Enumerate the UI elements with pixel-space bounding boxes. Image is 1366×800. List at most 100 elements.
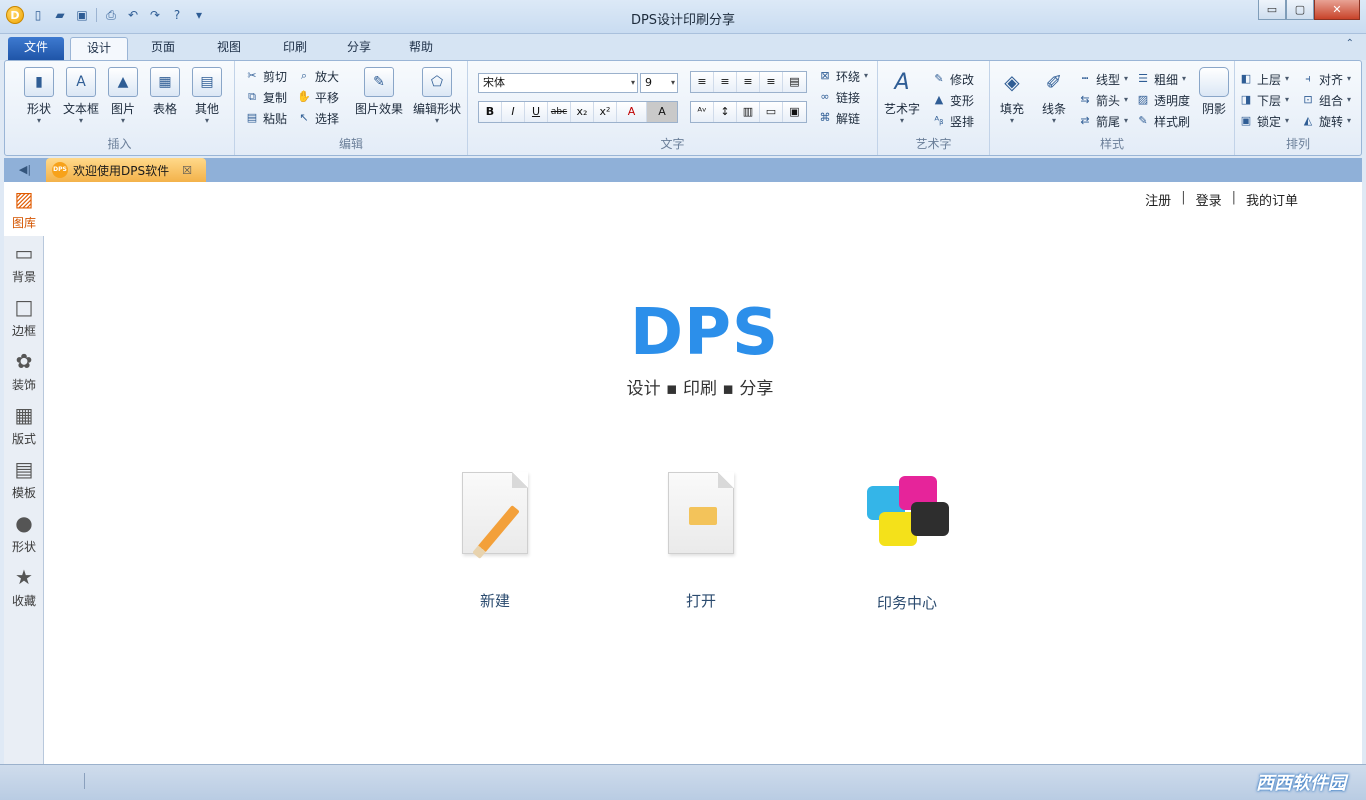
lock-button[interactable]: ▣ 锁定 ▾ [1239,111,1289,131]
line-spacing-icon[interactable]: ↕ [714,102,737,122]
shadow-button[interactable]: 阴影 [1194,67,1234,117]
distribute-icon[interactable]: ▤ [783,72,806,92]
align-center-icon[interactable]: ≡ [714,72,737,92]
format-painter-button[interactable]: ✎ 样式刷 [1136,111,1190,131]
document-tab[interactable]: DPS 欢迎使用DPS软件 ☒ [46,158,206,182]
magnifier-icon: ⌕ [300,69,308,82]
strikethrough-button[interactable]: abc [548,102,571,122]
pan-button[interactable]: ✋ 平移 [297,87,339,107]
tab-design[interactable]: 设计 [70,37,128,60]
close-button[interactable]: ✕ [1314,0,1360,20]
line-type-button[interactable]: ┅ 线型 ▾ [1078,69,1128,89]
char-spacing-icon[interactable]: ᴬᵛ [691,102,714,122]
vertical-text-icon: ᴬᵦ [934,114,944,127]
arrow-head-button[interactable]: ⇆ 箭头 ▾ [1078,90,1128,110]
register-link[interactable]: 注册 [1135,190,1181,209]
chevron-down-icon: ▾ [1124,74,1129,83]
side-item-gallery[interactable]: ▨ 图库 [4,182,44,236]
side-item-template[interactable]: ▤ 模板 [4,452,44,506]
minimize-button[interactable]: ▭ [1258,0,1286,20]
copy-label: 复制 [263,90,288,105]
textbox-button[interactable]: A 文本框 ▾ [61,67,101,125]
tab-share[interactable]: 分享 [330,37,388,60]
image-button[interactable]: ▲ 图片 ▾ [103,67,143,125]
tab-print[interactable]: 印刷 [266,37,324,60]
hand-icon: ✋ [297,90,311,103]
side-item-border[interactable]: □ 边框 [4,290,44,344]
arrow-head-label: 箭头 [1096,93,1121,108]
font-name-select[interactable]: 宋体 ▾ [478,73,638,93]
paste-button[interactable]: ▤ 粘贴 [245,108,287,128]
vertical-text-button[interactable]: ᴬᵦ 竖排 [932,111,974,131]
rotate-button[interactable]: ◭ 旋转 ▾ [1301,111,1351,131]
group-icon: ⊡ [1303,93,1313,106]
group-button[interactable]: ⊡ 组合 ▾ [1301,90,1351,110]
status-divider [84,773,85,789]
wrap-button[interactable]: ⊠ 环绕 ▾ [818,66,868,86]
tab-file[interactable]: 文件 [8,37,64,60]
select-button[interactable]: ↖ 选择 [297,108,339,128]
justify-icon[interactable]: ≡ [760,72,783,92]
align-left-icon[interactable]: ≡ [691,72,714,92]
group-label-edit: 编辑 [338,137,363,151]
tab-page[interactable]: 页面 [134,37,192,60]
line-button[interactable]: ✐ 线条 ▾ [1034,67,1074,125]
italic-button[interactable]: I [502,102,525,122]
align-button[interactable]: ⫞ 对齐 ▾ [1301,69,1351,89]
dps-logo-icon: DPS [52,162,68,178]
chevron-down-icon: ▾ [1347,74,1352,83]
side-item-decoration[interactable]: ✿ 装饰 [4,344,44,398]
side-item-layout[interactable]: ▦ 版式 [4,398,44,452]
font-size-select[interactable]: 9 ▾ [640,73,678,93]
paint-bucket-icon: ◈ [1004,70,1020,94]
cut-button[interactable]: ✂ 剪切 [245,66,287,86]
wordart-button[interactable]: A 艺术字 ▾ [882,67,922,125]
opacity-button[interactable]: ▨ 透明度 [1136,90,1190,110]
zoom-button[interactable]: ⌕ 放大 [297,66,339,86]
open-document-action[interactable]: 打开 [651,472,751,611]
close-tab-icon[interactable]: ☒ [182,164,192,177]
thickness-button[interactable]: ☰ 粗细 ▾ [1136,69,1186,89]
tab-view[interactable]: 视图 [200,37,258,60]
image-effect-button[interactable]: ✎ 图片效果 [351,67,407,117]
ribbon-collapse-icon[interactable]: ⌃ [1346,38,1354,49]
edit-shape-button[interactable]: ⬠ 编辑形状 ▾ [409,67,465,125]
bold-button[interactable]: B [479,102,502,122]
unlink-button[interactable]: ⌘ 解链 [818,108,861,128]
underline-button[interactable]: U [525,102,548,122]
font-color-button[interactable]: A [617,102,647,122]
my-orders-link[interactable]: 我的订单 [1236,190,1308,209]
subscript-button[interactable]: x₂ [571,102,594,122]
side-item-favorites[interactable]: ★ 收藏 [4,560,44,614]
print-center-action[interactable]: 印务中心 [857,472,957,613]
template-icon: ▤ [14,457,34,481]
side-item-shape[interactable]: ● 形状 [4,506,44,560]
link-button[interactable]: ∞ 链接 [818,87,860,107]
transform-button[interactable]: ▲ 变形 [932,90,974,110]
collapse-panel-icon[interactable]: ◀| [10,161,40,179]
maximize-button[interactable]: ▢ [1286,0,1314,20]
table-button[interactable]: ▦ 表格 [145,67,185,117]
bring-forward-button[interactable]: ◧ 上层 ▾ [1239,69,1289,89]
send-backward-button[interactable]: ◨ 下层 ▾ [1239,90,1289,110]
align-right-icon[interactable]: ≡ [737,72,760,92]
tab-help[interactable]: 帮助 [392,37,450,60]
login-link[interactable]: 登录 [1186,190,1232,209]
shape-button[interactable]: ▮ 形状 ▾ [19,67,59,125]
scissors-icon: ✂ [247,69,257,82]
superscript-button[interactable]: x² [594,102,617,122]
highlight-button[interactable]: A [647,102,677,122]
text-margin-icon[interactable]: ▣ [783,102,806,122]
side-item-label: 收藏 [11,594,36,608]
shape-label: 形状 [26,102,51,116]
side-item-background[interactable]: ▭ 背景 [4,236,44,290]
text-box-fit-icon[interactable]: ▭ [760,102,783,122]
modify-button[interactable]: ✎ 修改 [932,69,974,89]
other-button[interactable]: ▤ 其他 ▾ [187,67,227,125]
columns-icon[interactable]: ▥ [737,102,760,122]
fill-button[interactable]: ◈ 填充 ▾ [992,67,1032,125]
new-document-action[interactable]: 新建 [445,472,545,611]
arrow-tail-button[interactable]: ⇄ 箭尾 ▾ [1078,111,1128,131]
welcome-canvas: 注册 | 登录 | 我的订单 DPS 设计 ▪ 印刷 ▪ 分享 新建 打开 印务… [44,182,1362,764]
copy-button[interactable]: ⧉ 复制 [245,87,287,107]
